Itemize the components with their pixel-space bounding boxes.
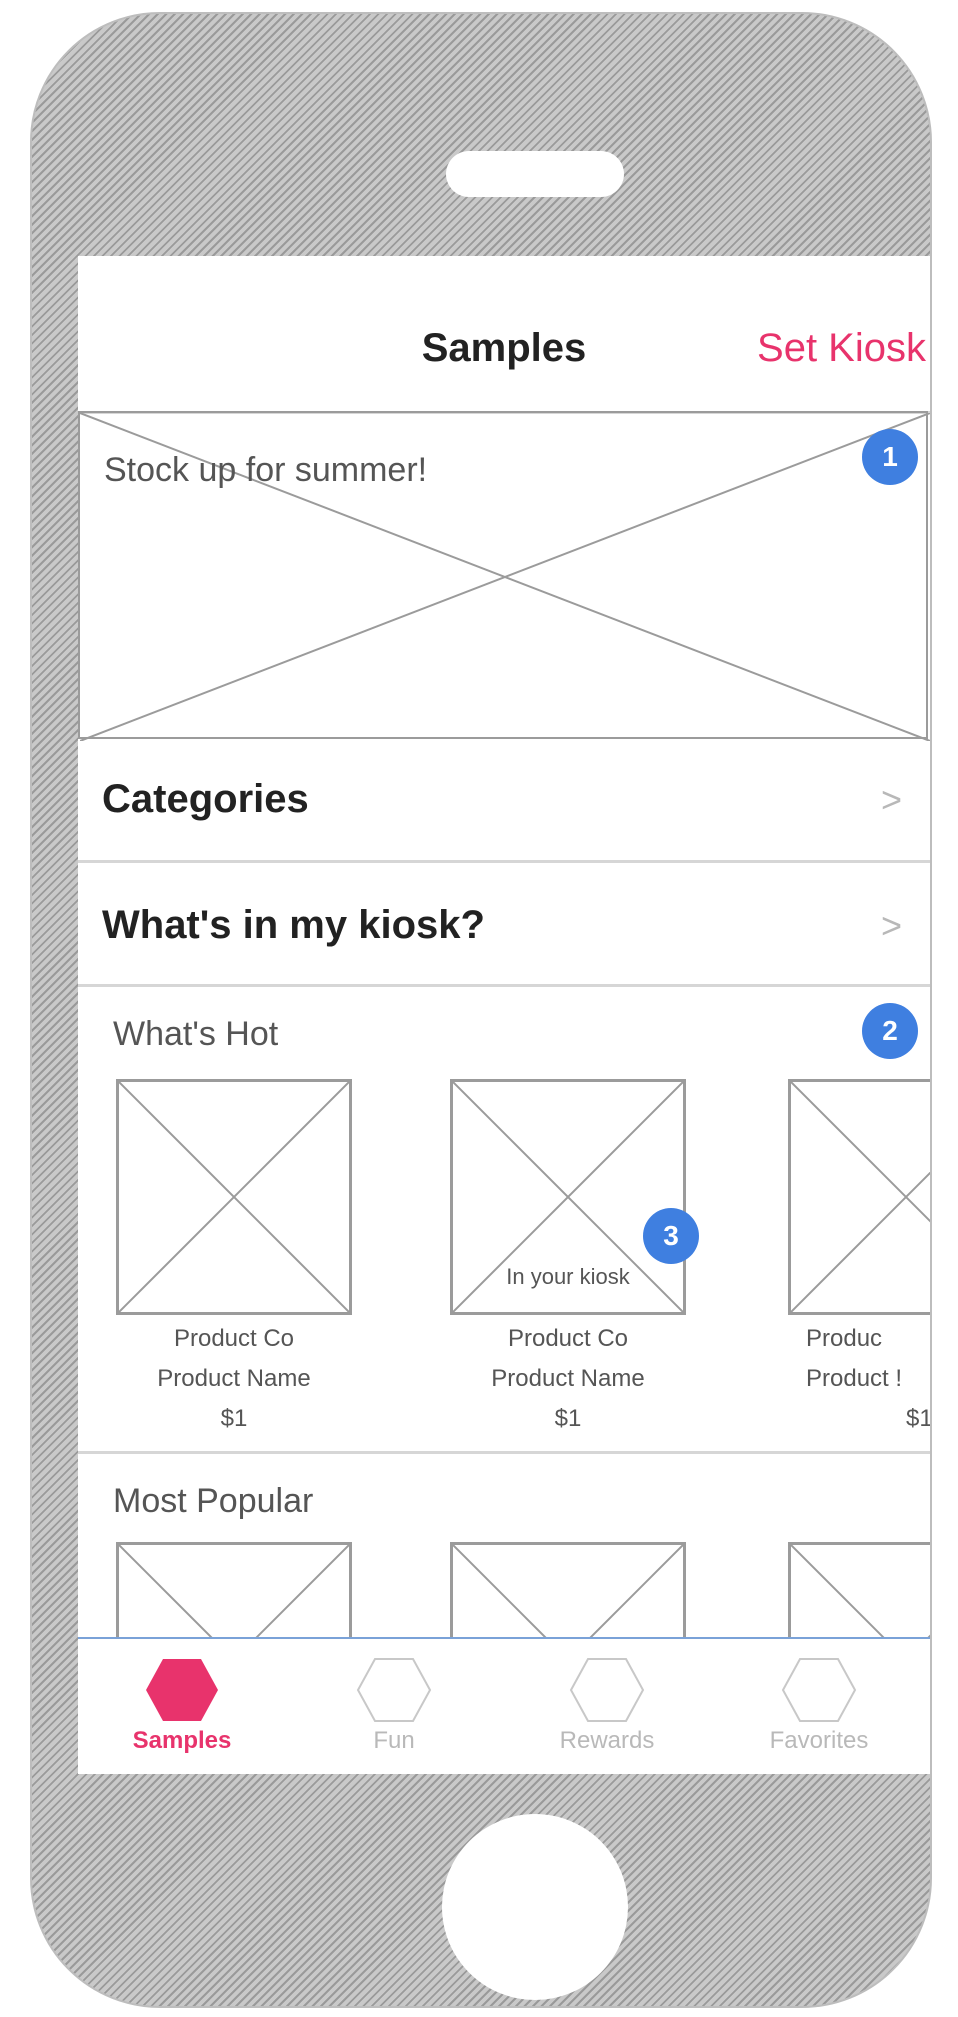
product-name: Product !: [806, 1365, 903, 1392]
product-name: Product Name: [157, 1365, 311, 1392]
set-kiosk-button[interactable]: Set Kiosk: [757, 326, 926, 371]
annotation-badge: 2: [862, 1003, 918, 1059]
product-price: $1: [220, 1405, 248, 1432]
product-card[interactable]: Product Co Product Name $1: [116, 1079, 352, 1439]
product-name: Product Name: [491, 1365, 645, 1392]
navigation-bar: Samples Set Kiosk: [78, 256, 930, 414]
app-screen: Samples Set Kiosk Stock up for summer! 1…: [78, 256, 930, 1774]
product-card[interactable]: Produc Product ! $1: [788, 1079, 930, 1439]
product-price: $1: [906, 1405, 930, 1432]
annotation-badge: 3: [643, 1208, 699, 1264]
product-company: Product Co: [507, 1325, 629, 1352]
banner-text: Stock up for summer!: [104, 451, 428, 489]
hexagon-icon: [569, 1658, 645, 1722]
tab-label: Favorites: [769, 1727, 869, 1754]
product-image-placeholder: [116, 1079, 352, 1315]
whats-hot-section: What's Hot 2 Product Co Product Name $1 …: [78, 987, 930, 1454]
tab-favorites[interactable]: Favorites: [759, 1649, 879, 1755]
chevron-right-icon: >: [880, 905, 902, 946]
tab-fun[interactable]: Fun: [334, 1649, 454, 1755]
row-label: Categories: [102, 777, 309, 821]
annotation-badge: 1: [862, 429, 918, 485]
product-company: Product Co: [173, 1325, 295, 1352]
most-popular-section: Most Popular: [78, 1454, 930, 1774]
chevron-right-icon: >: [880, 779, 902, 820]
row-label: What's in my kiosk?: [102, 903, 485, 947]
product-company: Produc: [806, 1325, 883, 1352]
phone-speaker: [446, 151, 624, 197]
product-card[interactable]: In your kiosk 3 Product Co Product Name …: [450, 1079, 699, 1439]
product-price: $1: [554, 1405, 582, 1432]
tab-samples[interactable]: Samples: [122, 1649, 242, 1755]
in-kiosk-label: In your kiosk: [506, 1264, 630, 1289]
hexagon-icon: [781, 1658, 857, 1722]
tab-label: Samples: [132, 1727, 232, 1754]
hexagon-icon: [356, 1658, 432, 1722]
promo-banner[interactable]: Stock up for summer! 1: [78, 411, 930, 741]
tab-label: Fun: [373, 1727, 415, 1754]
tab-bar: Samples Fun Rewards Favorites: [78, 1637, 930, 1774]
product-image-placeholder: [788, 1079, 930, 1315]
hexagon-icon: [146, 1659, 218, 1721]
categories-row[interactable]: Categories >: [78, 739, 930, 863]
tab-label: Rewards: [559, 1727, 655, 1754]
section-title: What's Hot: [113, 1015, 279, 1053]
tab-rewards[interactable]: Rewards: [547, 1649, 667, 1755]
section-title: Most Popular: [113, 1482, 314, 1520]
product-image-placeholder: In your kiosk 3: [450, 1079, 699, 1315]
home-button[interactable]: [442, 1814, 628, 2000]
kiosk-contents-row[interactable]: What's in my kiosk? >: [78, 863, 930, 987]
